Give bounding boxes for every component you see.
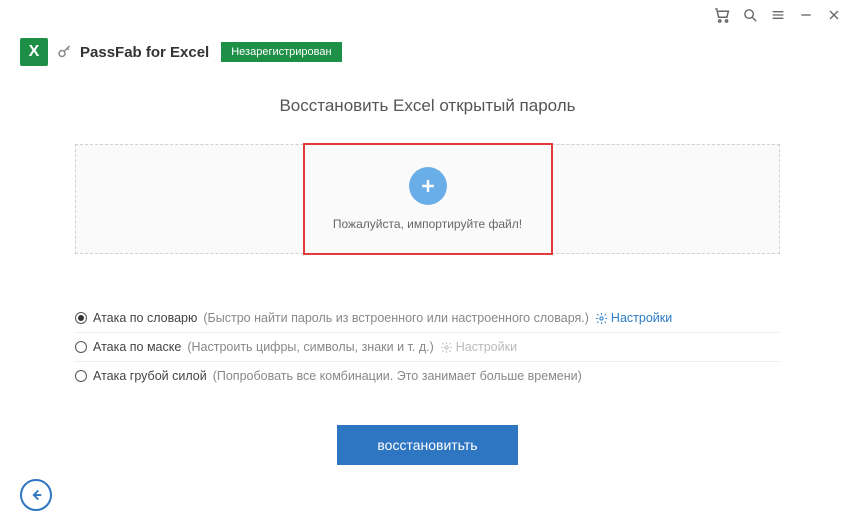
settings-link-dictionary[interactable]: Настройки [595,311,672,325]
option-label: Атака грубой силой [93,369,207,383]
excel-logo-icon: X [20,38,48,66]
menu-icon[interactable] [769,6,787,24]
key-icon [56,43,74,61]
page-title: Восстановить Excel открытый пароль [75,96,780,116]
cart-icon[interactable] [713,6,731,24]
option-dictionary-attack[interactable]: Атака по словарю (Быстро найти пароль из… [75,304,780,332]
option-label: Атака по маске [93,340,181,354]
gear-icon [595,312,608,325]
minimize-icon[interactable] [797,6,815,24]
attack-options: Атака по словарю (Быстро найти пароль из… [75,304,780,390]
dropzone-prompt: Пожалуйста, импортируйте файл! [333,217,522,231]
option-brute-force[interactable]: Атака грубой силой (Попробовать все комб… [75,361,780,390]
settings-label: Настройки [611,311,672,325]
add-file-button[interactable] [409,167,447,205]
option-description: (Настроить цифры, символы, знаки и т. д.… [187,340,433,354]
logo-letter: X [29,43,40,61]
radio-mask[interactable] [75,341,87,353]
gear-icon [440,341,453,354]
back-button[interactable] [20,479,52,511]
radio-brute-force[interactable] [75,370,87,382]
app-header: X PassFab for Excel Незарегистрирован [0,30,855,66]
registration-badge: Незарегистрирован [221,42,341,62]
close-icon[interactable] [825,6,843,24]
option-mask-attack[interactable]: Атака по маске (Настроить цифры, символы… [75,332,780,361]
recover-button[interactable]: восстановитьть [337,425,517,465]
option-description: (Быстро найти пароль из встроенного или … [203,311,589,325]
file-dropzone[interactable]: Пожалуйста, импортируйте файл! [75,144,780,254]
file-dropzone-highlight: Пожалуйста, импортируйте файл! [303,143,553,255]
search-key-icon[interactable] [741,6,759,24]
settings-label: Настройки [456,340,517,354]
titlebar [0,0,855,30]
radio-dictionary[interactable] [75,312,87,324]
main-content: Восстановить Excel открытый пароль Пожал… [0,66,855,465]
settings-link-mask: Настройки [440,340,517,354]
app-name: PassFab for Excel [80,44,209,61]
option-description: (Попробовать все комбинации. Это занимае… [213,369,582,383]
option-label: Атака по словарю [93,311,197,325]
